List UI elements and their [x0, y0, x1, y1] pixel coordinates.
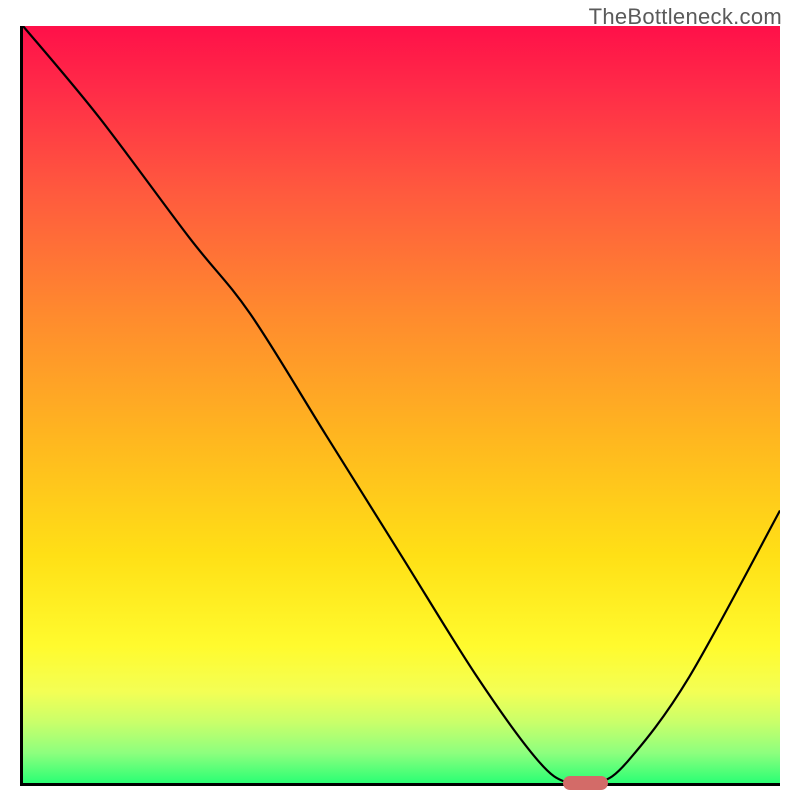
chart-curve-svg — [23, 26, 780, 783]
chart-plot-area — [20, 26, 780, 786]
optimal-point-marker — [563, 776, 609, 790]
bottleneck-curve-line — [23, 26, 780, 783]
watermark-text: TheBottleneck.com — [589, 4, 782, 30]
